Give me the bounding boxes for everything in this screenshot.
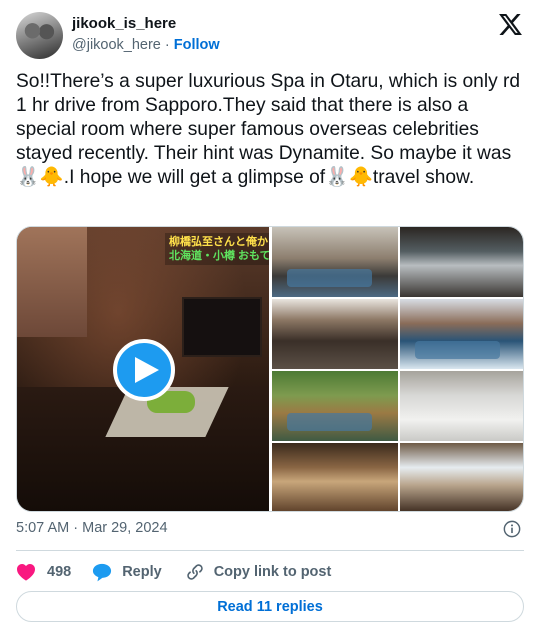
video-caption-line1: 柳橋弘至さんと俺か xyxy=(169,236,268,248)
post-time: 5:07 AM xyxy=(16,520,70,536)
reply-button[interactable]: Reply xyxy=(92,563,162,582)
like-button[interactable]: 498 xyxy=(16,563,71,581)
tweet-text: So!!There’s a super luxurious Spa in Ota… xyxy=(16,71,521,188)
handle-separator: · xyxy=(164,37,170,53)
action-bar: 498 Reply Copy link to post xyxy=(16,560,331,584)
like-count: 498 xyxy=(47,564,72,580)
author-display-name[interactable]: jikook_is_here xyxy=(72,15,176,32)
author-handle-row: @jikook_here · Follow xyxy=(72,37,220,53)
reply-label: Reply xyxy=(122,564,162,580)
speech-bubble-icon xyxy=(93,563,112,581)
play-button[interactable] xyxy=(113,339,175,401)
avatar[interactable] xyxy=(16,12,63,59)
video-scene-window xyxy=(17,227,87,337)
video-caption: 柳橋弘至さんと俺か 北海道・小樽 おもて xyxy=(165,233,269,265)
copy-link-label: Copy link to post xyxy=(213,564,332,580)
x-logo-icon[interactable] xyxy=(499,14,522,35)
heart-icon xyxy=(17,563,35,581)
photo-collage[interactable] xyxy=(272,227,523,511)
play-icon xyxy=(135,357,159,383)
follow-link[interactable]: Follow xyxy=(174,37,220,53)
photo-open-air-bath-1 xyxy=(272,227,398,297)
divider xyxy=(16,550,524,551)
copy-link-button[interactable]: Copy link to post xyxy=(185,562,332,582)
photo-wooden-deck xyxy=(272,299,398,369)
tweet-card: jikook_is_here @jikook_here · Follow So!!T… xyxy=(0,0,540,638)
video-caption-line2: 北海道・小樽 おもて xyxy=(169,250,269,262)
post-timestamp[interactable]: 5:07 AM · Mar 29, 2024 xyxy=(16,520,168,536)
post-date: Mar 29, 2024 xyxy=(82,520,168,536)
media-grid: 柳橋弘至さんと俺か 北海道・小樽 おもて xyxy=(16,226,524,512)
read-replies-label: Read 11 replies xyxy=(217,598,323,615)
photo-dining-room xyxy=(272,443,398,511)
read-replies-button[interactable]: Read 11 replies xyxy=(16,591,524,622)
time-separator: · xyxy=(73,520,79,536)
link-icon xyxy=(187,564,203,580)
photo-snow-bath xyxy=(399,299,523,369)
video-thumbnail[interactable]: 柳橋弘至さんと俺か 北海道・小樽 おもて xyxy=(17,227,269,511)
photo-snow-garden xyxy=(399,371,523,441)
photo-garden-bath xyxy=(272,371,398,441)
author-handle[interactable]: @jikook_here xyxy=(72,37,161,53)
photo-window-view xyxy=(399,227,523,297)
video-scene-tv xyxy=(182,297,262,357)
info-icon[interactable] xyxy=(503,520,521,538)
photo-lobby xyxy=(399,443,523,511)
